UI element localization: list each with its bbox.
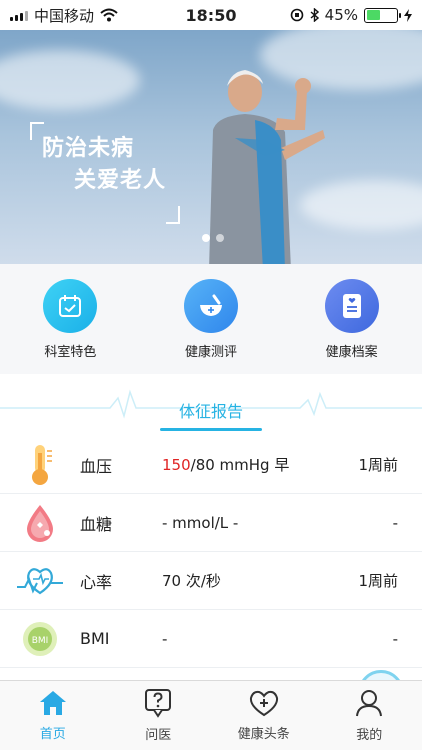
menu-department-features[interactable]: 科室特色: [10, 278, 130, 360]
report-section-header: 体征报告: [0, 380, 422, 436]
vital-value: - mmol/L -: [162, 514, 342, 532]
vital-value-rest: 70 次/秒: [162, 572, 221, 590]
menu-label: 健康测评: [184, 344, 237, 360]
thermometer-icon: [0, 443, 80, 487]
status-time: 18:50: [185, 5, 237, 25]
pagination-dot[interactable]: [202, 234, 210, 242]
bmi-icon-text: BMI: [32, 636, 49, 646]
orientation-lock-icon: [290, 8, 303, 22]
vital-value: 150/80 mmHg 早: [162, 454, 342, 475]
tab-health-news[interactable]: 健康头条: [214, 689, 314, 742]
carrier-label: 中国移动: [34, 6, 95, 25]
vital-value-rest: /80 mmHg 早: [190, 456, 290, 474]
pagination-dot[interactable]: [216, 234, 224, 242]
calendar-check-icon: [43, 278, 98, 333]
menu-health-records[interactable]: 健康档案: [292, 278, 412, 360]
user-icon: [356, 690, 383, 717]
vital-value: 70 次/秒: [162, 570, 342, 591]
charging-icon: [404, 8, 412, 22]
vital-value: -: [162, 630, 342, 648]
vital-value-rest: -: [162, 629, 168, 648]
banner-pagination[interactable]: [202, 234, 224, 242]
menu-label: 科室特色: [44, 344, 97, 360]
hero-banner[interactable]: 防治未病 关爱老人: [0, 30, 422, 264]
tab-profile[interactable]: 我的: [319, 688, 419, 743]
vitals-list: 血压 150/80 mmHg 早 1周前 血糖 - mmol/L - - 心率: [0, 436, 422, 668]
bluetooth-icon: [310, 8, 319, 22]
report-tab-indicator: [160, 428, 262, 431]
menu-health-assessment[interactable]: 健康测评: [151, 278, 271, 360]
vital-time: 1周前: [358, 572, 398, 590]
vital-time: -: [392, 629, 398, 648]
tab-ask-doctor[interactable]: 问医: [108, 688, 208, 743]
bmi-icon: BMI: [0, 620, 80, 658]
vital-value-rest: - mmol/L -: [162, 513, 239, 532]
blood-drop-icon: [0, 503, 80, 543]
vital-name: 血糖: [80, 514, 113, 534]
tab-label: 我的: [356, 728, 383, 743]
tab-label: 问医: [145, 728, 172, 743]
tab-home[interactable]: 首页: [3, 689, 103, 742]
status-right: 45%: [290, 6, 412, 24]
question-bubble-icon: [145, 689, 172, 718]
heart-plus-icon: [249, 690, 278, 717]
vital-row-heart-rate[interactable]: 心率 70 次/秒 1周前: [0, 552, 422, 610]
wifi-icon: [100, 8, 118, 22]
slogan-line1: 防治未病: [42, 136, 135, 161]
status-bar: 中国移动 18:50 45%: [0, 0, 422, 30]
tab-bar: 首页 问医 健康头条 我的: [0, 680, 422, 750]
vital-row-blood-pressure[interactable]: 血压 150/80 mmHg 早 1周前: [0, 436, 422, 494]
vital-time: -: [392, 513, 398, 532]
vital-name: 心率: [80, 572, 113, 592]
quick-menu: 科室特色 健康测评 健康档案: [0, 264, 422, 374]
cloud-decoration: [0, 50, 140, 110]
tab-label: 健康头条: [237, 727, 290, 742]
vital-row-bmi[interactable]: BMI BMI - -: [0, 610, 422, 668]
home-icon: [39, 691, 66, 715]
menu-label: 健康档案: [325, 344, 378, 360]
battery-percent: 45%: [324, 6, 358, 24]
battery-icon: [364, 7, 401, 23]
tab-label: 首页: [39, 727, 66, 742]
signal-icon: [10, 9, 28, 21]
vital-name: 血压: [80, 456, 113, 476]
document-heart-icon: [324, 278, 379, 333]
vital-row-blood-sugar[interactable]: 血糖 - mmol/L - -: [0, 494, 422, 552]
status-left: 中国移动: [10, 5, 118, 26]
report-title[interactable]: 体征报告: [0, 398, 422, 422]
slogan-bracket: [166, 206, 180, 224]
vital-time: 1周前: [358, 456, 398, 474]
vital-value-highlight: 150: [162, 456, 191, 474]
vital-name: BMI: [80, 629, 110, 648]
banner-slogan: 防治未病 关爱老人: [30, 122, 180, 224]
slogan-line2: 关爱老人: [74, 168, 167, 193]
mortar-pestle-icon: [183, 278, 238, 333]
heart-pulse-icon: [0, 563, 80, 599]
